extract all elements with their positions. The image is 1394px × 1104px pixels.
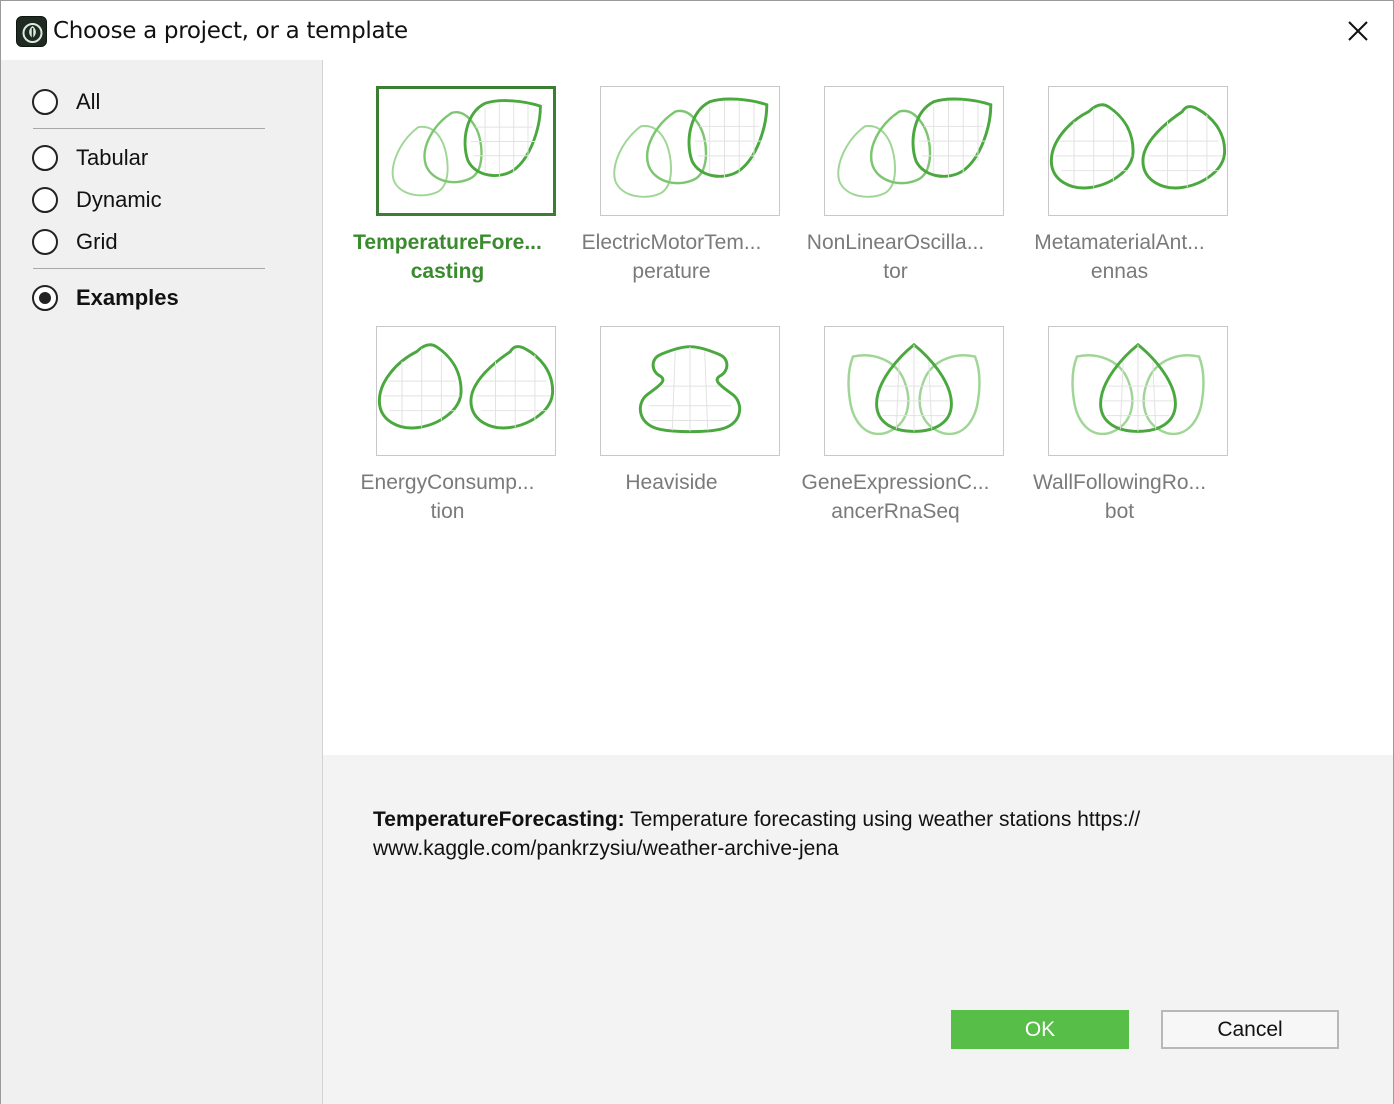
project-label-line2: ennas bbox=[1090, 260, 1149, 283]
lotus-leaves-icon bbox=[1071, 342, 1205, 436]
project-card[interactable]: MetamaterialAnt... ennas bbox=[1007, 86, 1231, 296]
radio-label: Dynamic bbox=[76, 187, 162, 212]
project-thumbnail[interactable] bbox=[600, 86, 780, 216]
radio-all[interactable]: All bbox=[32, 85, 272, 119]
project-label[interactable]: MetamaterialAnt... ennas bbox=[977, 228, 1262, 286]
dialog-window: Choose a project, or a template All Tabu… bbox=[0, 0, 1394, 1104]
radio-button[interactable] bbox=[32, 145, 58, 171]
divider bbox=[33, 268, 265, 269]
project-thumbnail[interactable] bbox=[824, 86, 1004, 216]
details-panel: TemperatureForecasting: Temperature fore… bbox=[323, 755, 1393, 1104]
project-grid: TemperatureFore... casting ElectricMotor… bbox=[323, 60, 1393, 755]
radio-label: Tabular bbox=[76, 145, 149, 170]
radio-label: All bbox=[76, 89, 101, 114]
project-thumbnail[interactable] bbox=[1048, 86, 1228, 216]
project-card[interactable]: GeneExpressionC... ancerRnaSeq bbox=[783, 326, 1007, 536]
project-card[interactable]: WallFollowingRo... bot bbox=[1007, 326, 1231, 536]
radio-button[interactable] bbox=[32, 187, 58, 213]
project-card[interactable]: NonLinearOscilla... tor bbox=[783, 86, 1007, 296]
project-thumbnail[interactable] bbox=[1048, 326, 1228, 456]
lotus-leaves-icon bbox=[847, 342, 981, 436]
two-leaves-icon bbox=[1049, 103, 1227, 190]
vase-leaf-icon bbox=[638, 345, 742, 434]
divider bbox=[33, 128, 265, 129]
project-card[interactable]: EnergyConsump... tion bbox=[335, 326, 559, 536]
project-card[interactable]: Heaviside bbox=[559, 326, 783, 536]
three-leaves-icon bbox=[837, 97, 993, 198]
app-logo-icon bbox=[16, 16, 47, 47]
description-text: Temperature forecasting using weather st… bbox=[624, 808, 1141, 831]
title-bar: Choose a project, or a template bbox=[1, 1, 1393, 61]
project-label-line1: WallFollowingRo... bbox=[1032, 471, 1207, 494]
radio-label: Examples bbox=[76, 285, 179, 310]
project-label-line1: MetamaterialAnt... bbox=[1034, 231, 1205, 254]
category-sidebar: All Tabular Dynamic Grid Examples bbox=[1, 60, 323, 1104]
description-text-line2: www.kaggle.com/pankrzysiu/weather-archiv… bbox=[373, 837, 839, 860]
radio-examples[interactable]: Examples bbox=[32, 281, 272, 315]
three-leaves-icon bbox=[391, 99, 542, 197]
radio-grid[interactable]: Grid bbox=[32, 225, 272, 259]
project-thumbnail[interactable] bbox=[824, 326, 1004, 456]
cancel-button[interactable]: Cancel bbox=[1161, 1010, 1339, 1049]
project-card[interactable]: TemperatureFore... casting bbox=[335, 86, 559, 296]
ok-button[interactable]: OK bbox=[951, 1010, 1129, 1049]
close-icon[interactable] bbox=[1347, 20, 1369, 42]
radio-tabular[interactable]: Tabular bbox=[32, 141, 272, 175]
close-button[interactable] bbox=[1335, 9, 1381, 53]
two-leaves-icon bbox=[377, 343, 555, 430]
window-title: Choose a project, or a template bbox=[53, 18, 408, 44]
project-card[interactable]: ElectricMotorTem... perature bbox=[559, 86, 783, 296]
radio-button-checked[interactable] bbox=[32, 285, 58, 311]
radio-label: Grid bbox=[76, 229, 118, 254]
project-label-line2: tion bbox=[430, 500, 465, 523]
radio-dynamic[interactable]: Dynamic bbox=[32, 183, 272, 217]
project-thumbnail[interactable] bbox=[376, 326, 556, 456]
description-project-name: TemperatureForecasting: bbox=[373, 808, 625, 831]
radio-button[interactable] bbox=[32, 89, 58, 115]
project-thumbnail[interactable] bbox=[600, 326, 780, 456]
project-label[interactable]: WallFollowingRo... bot bbox=[977, 468, 1262, 526]
project-label-line2: bot bbox=[1104, 500, 1135, 523]
radio-button[interactable] bbox=[32, 229, 58, 255]
project-thumbnail[interactable] bbox=[376, 86, 556, 216]
project-description: TemperatureForecasting: Temperature fore… bbox=[373, 805, 1253, 863]
three-leaves-icon bbox=[613, 97, 769, 198]
